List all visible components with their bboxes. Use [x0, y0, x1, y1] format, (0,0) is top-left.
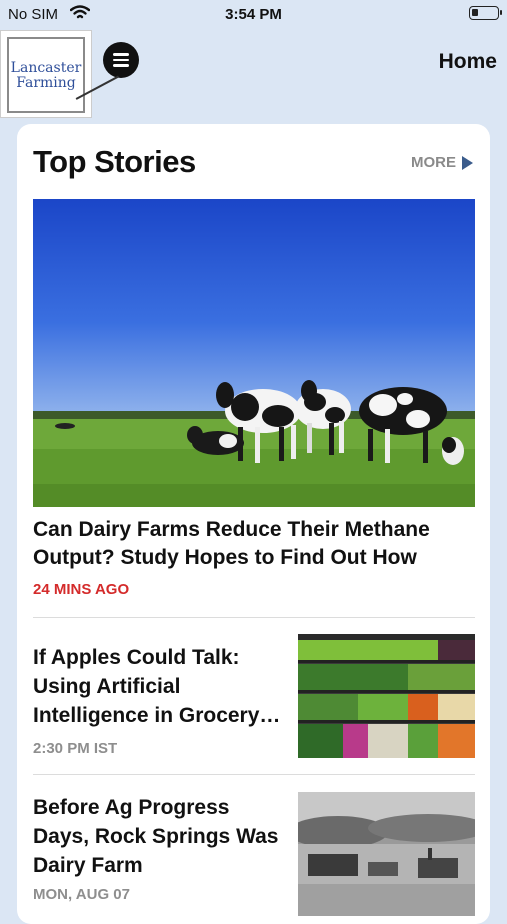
battery-icon	[469, 6, 502, 20]
featured-headline[interactable]: Can Dairy Farms Reduce Their Methane Out…	[33, 516, 473, 572]
story-timestamp: 2:30 PM IST	[33, 740, 118, 757]
menu-button[interactable]	[103, 42, 139, 78]
more-link[interactable]: MORE	[411, 154, 473, 171]
more-label: MORE	[411, 154, 456, 171]
story-thumbnail[interactable]	[298, 634, 475, 758]
clock: 3:54 PM	[225, 6, 282, 23]
section-title: Top Stories	[33, 144, 196, 179]
logo-line-2: Farming	[16, 74, 76, 91]
play-arrow-icon	[462, 155, 473, 170]
page-title: Home	[438, 50, 497, 73]
app-header: Lancaster Farming Home	[0, 30, 507, 118]
divider	[33, 774, 475, 775]
logo[interactable]: Lancaster Farming	[0, 30, 92, 118]
top-stories-card: Top Stories MORE Can Dairy Farms Reduce …	[17, 124, 490, 924]
status-bar: No SIM 3:54 PM	[0, 0, 507, 30]
story-timestamp: MON, AUG 07	[33, 886, 130, 903]
featured-timestamp: 24 MINS AGO	[33, 581, 130, 598]
hamburger-icon	[113, 53, 129, 56]
logo-line-1: Lancaster	[10, 59, 82, 76]
divider	[33, 617, 475, 618]
story-thumbnail[interactable]	[298, 792, 475, 916]
featured-image[interactable]	[33, 199, 475, 507]
story-title[interactable]: If Apples Could Talk: Using Artificial I…	[33, 643, 283, 730]
story-title[interactable]: Before Ag Progress Days, Rock Springs Wa…	[33, 793, 283, 880]
